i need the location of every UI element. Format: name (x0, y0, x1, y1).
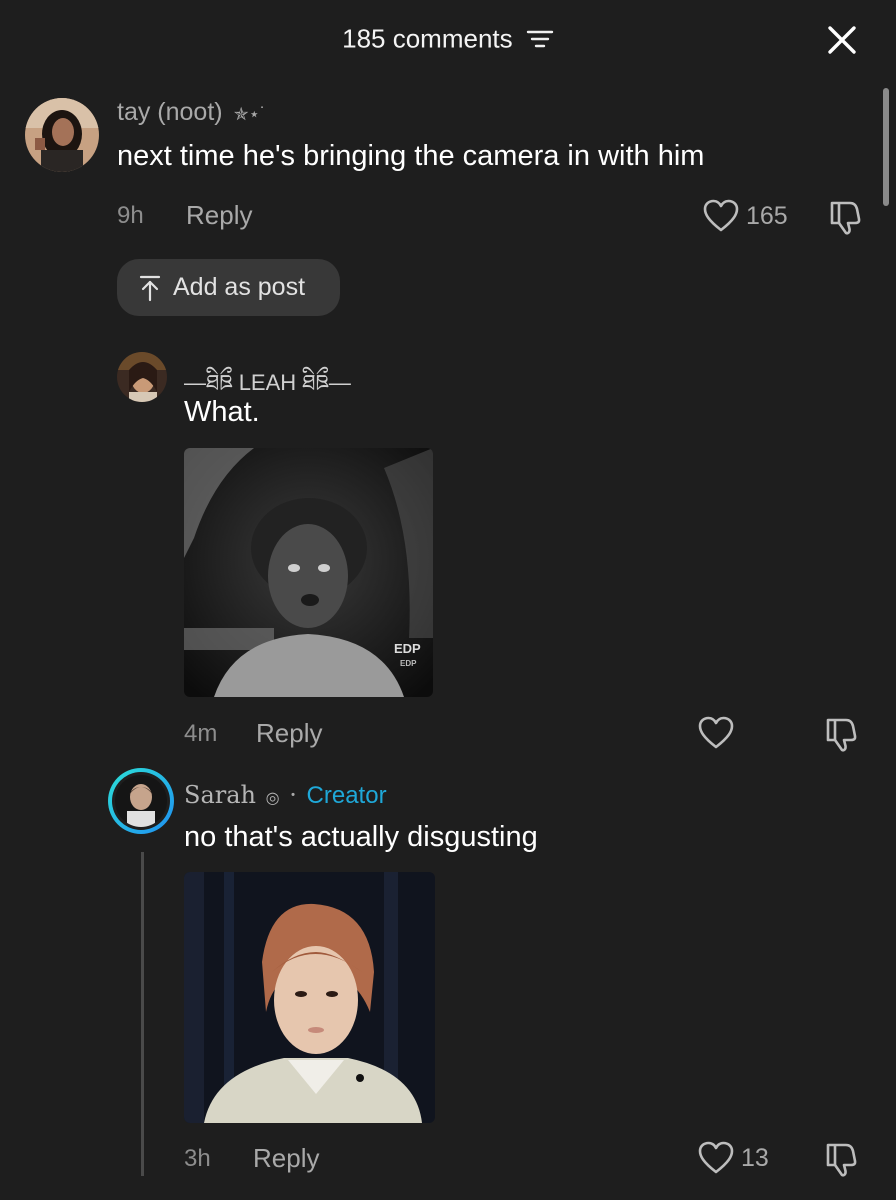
comment-time: 3h (184, 1145, 211, 1172)
comment-text: no that's actually disgusting (184, 821, 538, 853)
heart-icon (703, 199, 739, 232)
add-as-post-button[interactable]: Add as post (117, 259, 340, 316)
reply-button[interactable]: Reply (186, 200, 252, 231)
like-button[interactable]: 165 (702, 196, 788, 236)
swirl-badge-icon: ◎ (265, 788, 280, 807)
comment-time: 4m (184, 720, 218, 747)
heart-icon (698, 1141, 734, 1174)
add-post-icon (139, 275, 161, 301)
reply-button[interactable]: Reply (253, 1143, 319, 1174)
star-badge-icon: ✯⋆˙ (233, 104, 266, 124)
dislike-icon[interactable] (826, 197, 866, 237)
overlay-edp-small: EDP (400, 659, 417, 668)
separator-dot: · (289, 781, 297, 809)
like-count: 165 (746, 201, 788, 230)
comments-sheet: 185 comments tay (noot) ✯⋆˙ next time he… (0, 0, 896, 1200)
overlay-edp: EDP (394, 641, 421, 656)
commenter-name[interactable]: tay (noot) ✯⋆˙ (117, 98, 266, 127)
comment-count: 185 comments (342, 23, 513, 54)
heart-icon (698, 716, 734, 749)
comments-title[interactable]: 185 comments (0, 22, 896, 55)
comment-text: What. (184, 396, 260, 428)
avatar-sarah-story-ring[interactable] (108, 768, 174, 834)
comment-image-reaction[interactable]: EDP EDP (184, 448, 433, 697)
dislike-icon[interactable] (822, 1139, 862, 1179)
commenter-name[interactable]: Sarah ◎ · Creator (184, 781, 387, 810)
reply-button[interactable]: Reply (256, 718, 322, 749)
dislike-icon[interactable] (822, 714, 862, 754)
scrollbar[interactable] (883, 88, 889, 206)
avatar-leah[interactable] (117, 352, 167, 402)
avatar-tay[interactable] (25, 98, 99, 172)
like-count: 13 (741, 1143, 769, 1172)
like-button[interactable]: 13 (697, 1138, 769, 1178)
close-icon[interactable] (822, 20, 862, 60)
comment-image-reaction[interactable] (184, 872, 435, 1123)
comment-time: 9h (117, 202, 144, 229)
like-button[interactable] (697, 713, 735, 753)
add-as-post-label: Add as post (173, 273, 306, 301)
sort-lines-icon[interactable] (526, 28, 554, 50)
thread-line (141, 852, 144, 1176)
comments-header: 185 comments (0, 0, 896, 78)
comment-text: next time he's bringing the camera in wi… (117, 140, 705, 172)
creator-label: Creator (306, 782, 387, 809)
